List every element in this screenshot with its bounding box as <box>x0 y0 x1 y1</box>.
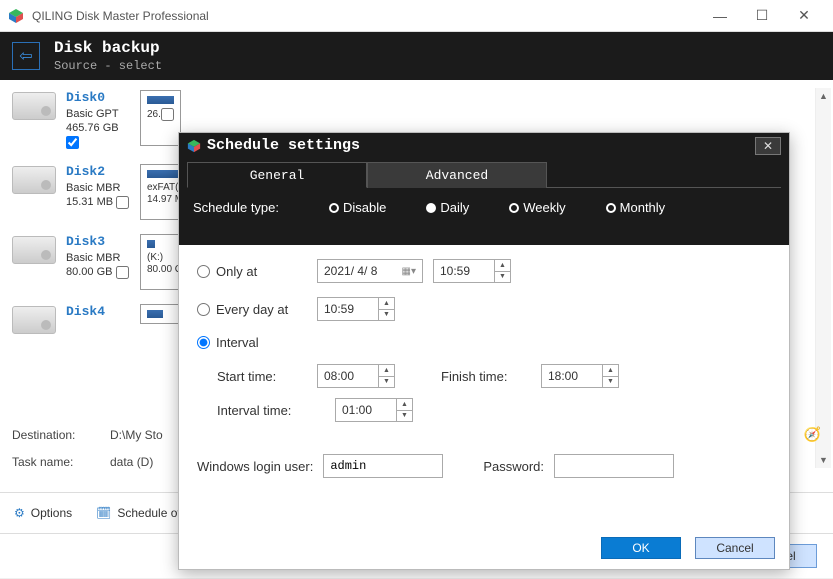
page-header: ⇦ Disk backup Source - select <box>0 32 833 80</box>
radio-monthly[interactable]: Monthly <box>606 200 666 215</box>
options-button[interactable]: ⚙Options <box>14 506 72 520</box>
disk-select-checkbox[interactable] <box>66 136 79 149</box>
disk-type: Basic GPT <box>66 107 130 121</box>
schedule-type-label: Schedule type: <box>193 200 323 215</box>
navigate-icon[interactable]: 🧭 <box>804 426 821 443</box>
dialog-close-button[interactable]: ✕ <box>755 137 781 155</box>
disk-name: Disk0 <box>66 90 130 107</box>
partition-checkbox[interactable] <box>161 108 174 121</box>
radio-icon <box>606 203 616 213</box>
taskname-label: Task name: <box>12 455 102 469</box>
window-maximize-button[interactable]: ☐ <box>741 2 783 30</box>
disk-name: Disk2 <box>66 164 130 181</box>
radio-icon <box>426 203 436 213</box>
radio-daily[interactable]: Daily <box>426 200 469 215</box>
disk-size: 15.31 MB <box>66 196 113 208</box>
radio-disable[interactable]: Disable <box>329 200 386 215</box>
disk-size: 465.76 GB <box>66 122 119 134</box>
dialog-title: Schedule settings <box>207 137 360 154</box>
password-input[interactable] <box>554 454 674 478</box>
start-time-label: Start time: <box>217 369 309 384</box>
tab-general[interactable]: General <box>187 162 367 188</box>
interval-time-input[interactable]: 01:00▲▼ <box>335 398 413 422</box>
disk-icon <box>12 92 56 120</box>
radio-icon <box>509 203 519 213</box>
calendar-icon: 🗓 <box>96 506 111 520</box>
radio-weekly[interactable]: Weekly <box>509 200 565 215</box>
scroll-up-icon[interactable]: ▲ <box>816 88 831 104</box>
disk-icon <box>12 236 56 264</box>
tab-advanced[interactable]: Advanced <box>367 162 547 188</box>
time-spinner[interactable]: ▲▼ <box>378 298 394 320</box>
window-minimize-button[interactable]: — <box>699 2 741 30</box>
interval-time-label: Interval time: <box>217 403 327 418</box>
password-label: Password: <box>483 459 544 474</box>
only-at-time-input[interactable]: 10:59▲▼ <box>433 259 511 283</box>
time-spinner[interactable]: ▲▼ <box>602 365 618 387</box>
disk-icon <box>12 306 56 334</box>
time-spinner[interactable]: ▲▼ <box>494 260 510 282</box>
finish-time-label: Finish time: <box>441 369 533 384</box>
window-close-button[interactable]: ✕ <box>783 2 825 30</box>
radio-icon <box>329 203 339 213</box>
partition-box[interactable]: 26. <box>140 90 181 146</box>
back-button[interactable]: ⇦ <box>12 42 40 70</box>
window-titlebar: QILING Disk Master Professional — ☐ ✕ <box>0 0 833 32</box>
window-title: QILING Disk Master Professional <box>32 9 699 23</box>
dialog-cancel-button[interactable]: Cancel <box>695 537 775 559</box>
app-logo-icon <box>8 8 24 24</box>
calendar-small-icon: ▦▾ <box>402 266 416 277</box>
radio-only-at[interactable] <box>197 265 210 278</box>
login-user-input[interactable] <box>323 454 443 478</box>
start-time-input[interactable]: 08:00▲▼ <box>317 364 395 388</box>
page-title: Disk backup <box>54 39 162 58</box>
page-subtitle: Source - select <box>54 59 162 73</box>
disk-select-checkbox[interactable] <box>116 196 129 209</box>
dialog-icon <box>187 139 201 153</box>
gear-icon: ⚙ <box>14 506 25 520</box>
disk-name: Disk4 <box>66 304 130 321</box>
disk-size: 80.00 GB <box>66 266 112 278</box>
scrollbar[interactable]: ▲ ▼ <box>815 88 831 468</box>
schedule-button[interactable]: 🗓Schedule off <box>96 506 184 520</box>
disk-name: Disk3 <box>66 234 130 251</box>
finish-time-input[interactable]: 18:00▲▼ <box>541 364 619 388</box>
ok-button[interactable]: OK <box>601 537 681 559</box>
disk-icon <box>12 166 56 194</box>
radio-every-day[interactable] <box>197 303 210 316</box>
radio-interval[interactable] <box>197 336 210 349</box>
schedule-dialog: Schedule settings ✕ General Advanced Sch… <box>178 132 790 570</box>
destination-label: Destination: <box>12 428 102 442</box>
time-spinner[interactable]: ▲▼ <box>396 399 412 421</box>
only-at-date-input[interactable]: 2021/ 4/ 8▦▾ <box>317 259 423 283</box>
back-arrow-icon: ⇦ <box>19 46 32 66</box>
partition-box[interactable] <box>140 304 180 324</box>
disk-type: Basic MBR <box>66 251 130 265</box>
disk-select-checkbox[interactable] <box>116 266 129 279</box>
disk-type: Basic MBR <box>66 181 130 195</box>
login-user-label: Windows login user: <box>197 459 313 474</box>
every-day-time-input[interactable]: 10:59▲▼ <box>317 297 395 321</box>
time-spinner[interactable]: ▲▼ <box>378 365 394 387</box>
